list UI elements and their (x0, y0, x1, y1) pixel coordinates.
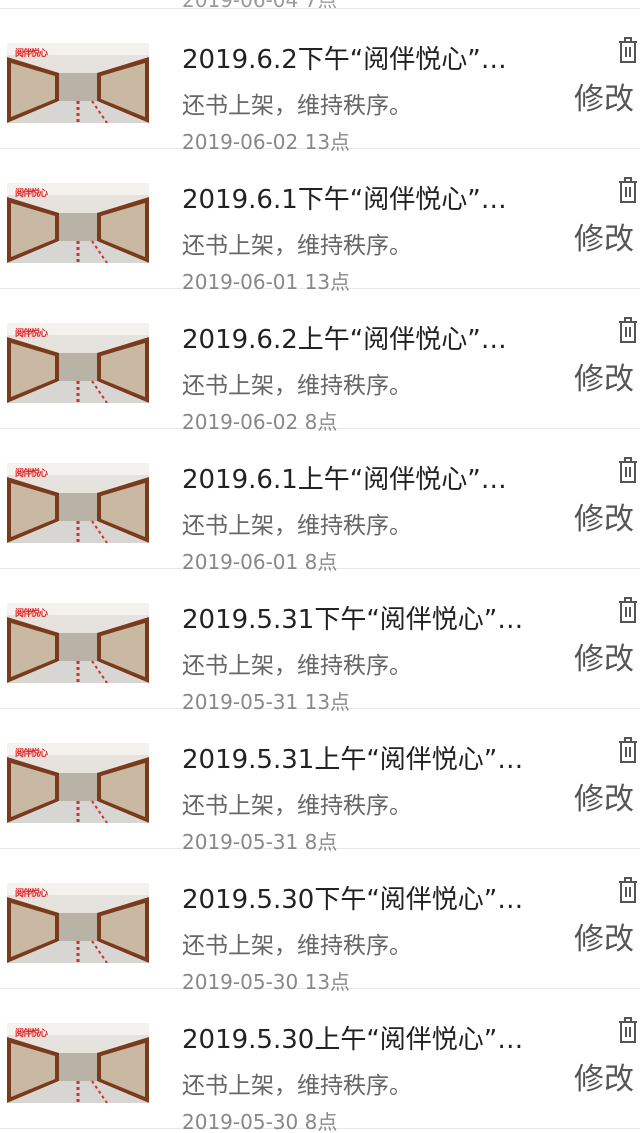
edit-button[interactable]: 修改 (574, 1054, 640, 1098)
item-title: 2019.5.30下午“阅伴悦心”… (182, 885, 524, 915)
partial-list-item: 2019-06-04 7点 (0, 0, 640, 9)
thumbnail-banner-text: 阅伴悦心 (15, 469, 48, 479)
delete-button[interactable] (615, 175, 640, 205)
thumbnail-banner-text: 阅伴悦心 (15, 329, 48, 339)
list-item[interactable]: 阅伴悦心 2019.5.31下午“阅伴悦心”… 还书上架，维持秩序。 2019-… (0, 569, 640, 714)
thumbnail-banner-text: 阅伴悦心 (15, 189, 48, 199)
trash-icon (619, 457, 637, 483)
list-item[interactable]: 阅伴悦心 2019.6.1上午“阅伴悦心”… 还书上架，维持秩序。 2019-0… (0, 429, 640, 574)
thumbnail-image: 阅伴悦心 (7, 183, 149, 263)
trash-icon (619, 737, 637, 763)
item-date: 2019-05-30 8点 (182, 1110, 338, 1133)
item-description: 还书上架，维持秩序。 (182, 933, 412, 959)
edit-button[interactable]: 修改 (574, 634, 640, 678)
trash-icon (619, 597, 637, 623)
item-description: 还书上架，维持秩序。 (182, 653, 412, 679)
item-description: 还书上架，维持秩序。 (182, 793, 412, 819)
item-title: 2019.6.2下午“阅伴悦心”… (182, 45, 507, 75)
item-title: 2019.6.1上午“阅伴悦心”… (182, 465, 507, 495)
item-title: 2019.6.1下午“阅伴悦心”… (182, 185, 507, 215)
thumbnail-image: 阅伴悦心 (7, 603, 149, 683)
item-description: 还书上架，维持秩序。 (182, 1073, 412, 1099)
trash-icon (619, 877, 637, 903)
thumbnail-banner-text: 阅伴悦心 (15, 889, 48, 899)
list-item[interactable]: 阅伴悦心 2019.6.2下午“阅伴悦心”… 还书上架，维持秩序。 2019-0… (0, 9, 640, 154)
item-description: 还书上架，维持秩序。 (182, 93, 412, 119)
delete-button[interactable] (615, 35, 640, 65)
list-item[interactable]: 阅伴悦心 2019.5.31上午“阅伴悦心”… 还书上架，维持秩序。 2019-… (0, 709, 640, 854)
edit-button[interactable]: 修改 (574, 74, 640, 118)
trash-icon (619, 37, 637, 63)
edit-button[interactable]: 修改 (574, 774, 640, 818)
item-description: 还书上架，维持秩序。 (182, 233, 412, 259)
item-title: 2019.6.2上午“阅伴悦心”… (182, 325, 507, 355)
thumbnail-image: 阅伴悦心 (7, 1023, 149, 1103)
trash-icon (619, 177, 637, 203)
delete-button[interactable] (615, 735, 640, 765)
list-item[interactable]: 阅伴悦心 2019.5.30上午“阅伴悦心”… 还书上架，维持秩序。 2019-… (0, 989, 640, 1133)
trash-icon (619, 1017, 637, 1043)
list-item[interactable]: 阅伴悦心 2019.5.30下午“阅伴悦心”… 还书上架，维持秩序。 2019-… (0, 849, 640, 994)
thumbnail-image: 阅伴悦心 (7, 323, 149, 403)
item-title: 2019.5.31上午“阅伴悦心”… (182, 745, 524, 775)
thumbnail-banner-text: 阅伴悦心 (15, 1029, 48, 1039)
delete-button[interactable] (615, 595, 640, 625)
edit-button[interactable]: 修改 (574, 494, 640, 538)
edit-button[interactable]: 修改 (574, 914, 640, 958)
list-item[interactable]: 阅伴悦心 2019.6.2上午“阅伴悦心”… 还书上架，维持秩序。 2019-0… (0, 289, 640, 434)
edit-button[interactable]: 修改 (574, 354, 640, 398)
thumbnail-image: 阅伴悦心 (7, 883, 149, 963)
activity-list: 2019-06-04 7点 阅伴悦心 2019.6.2下午“阅伴悦心”… 还书上… (0, 0, 640, 1133)
thumbnail-banner-text: 阅伴悦心 (15, 609, 48, 619)
thumbnail-banner-text: 阅伴悦心 (15, 749, 48, 759)
thumbnail-image: 阅伴悦心 (7, 43, 149, 123)
thumbnail-image: 阅伴悦心 (7, 743, 149, 823)
list-item[interactable]: 阅伴悦心 2019.6.1下午“阅伴悦心”… 还书上架，维持秩序。 2019-0… (0, 149, 640, 294)
edit-button[interactable]: 修改 (574, 214, 640, 258)
item-description: 还书上架，维持秩序。 (182, 373, 412, 399)
delete-button[interactable] (615, 315, 640, 345)
thumbnail-banner-text: 阅伴悦心 (15, 49, 48, 59)
trash-icon (619, 317, 637, 343)
item-title: 2019.5.31下午“阅伴悦心”… (182, 605, 524, 635)
delete-button[interactable] (615, 1015, 640, 1045)
item-date: 2019-06-04 7点 (182, 0, 337, 8)
delete-button[interactable] (615, 455, 640, 485)
delete-button[interactable] (615, 875, 640, 905)
item-description: 还书上架，维持秩序。 (182, 513, 412, 539)
item-title: 2019.5.30上午“阅伴悦心”… (182, 1025, 524, 1055)
thumbnail-image: 阅伴悦心 (7, 463, 149, 543)
